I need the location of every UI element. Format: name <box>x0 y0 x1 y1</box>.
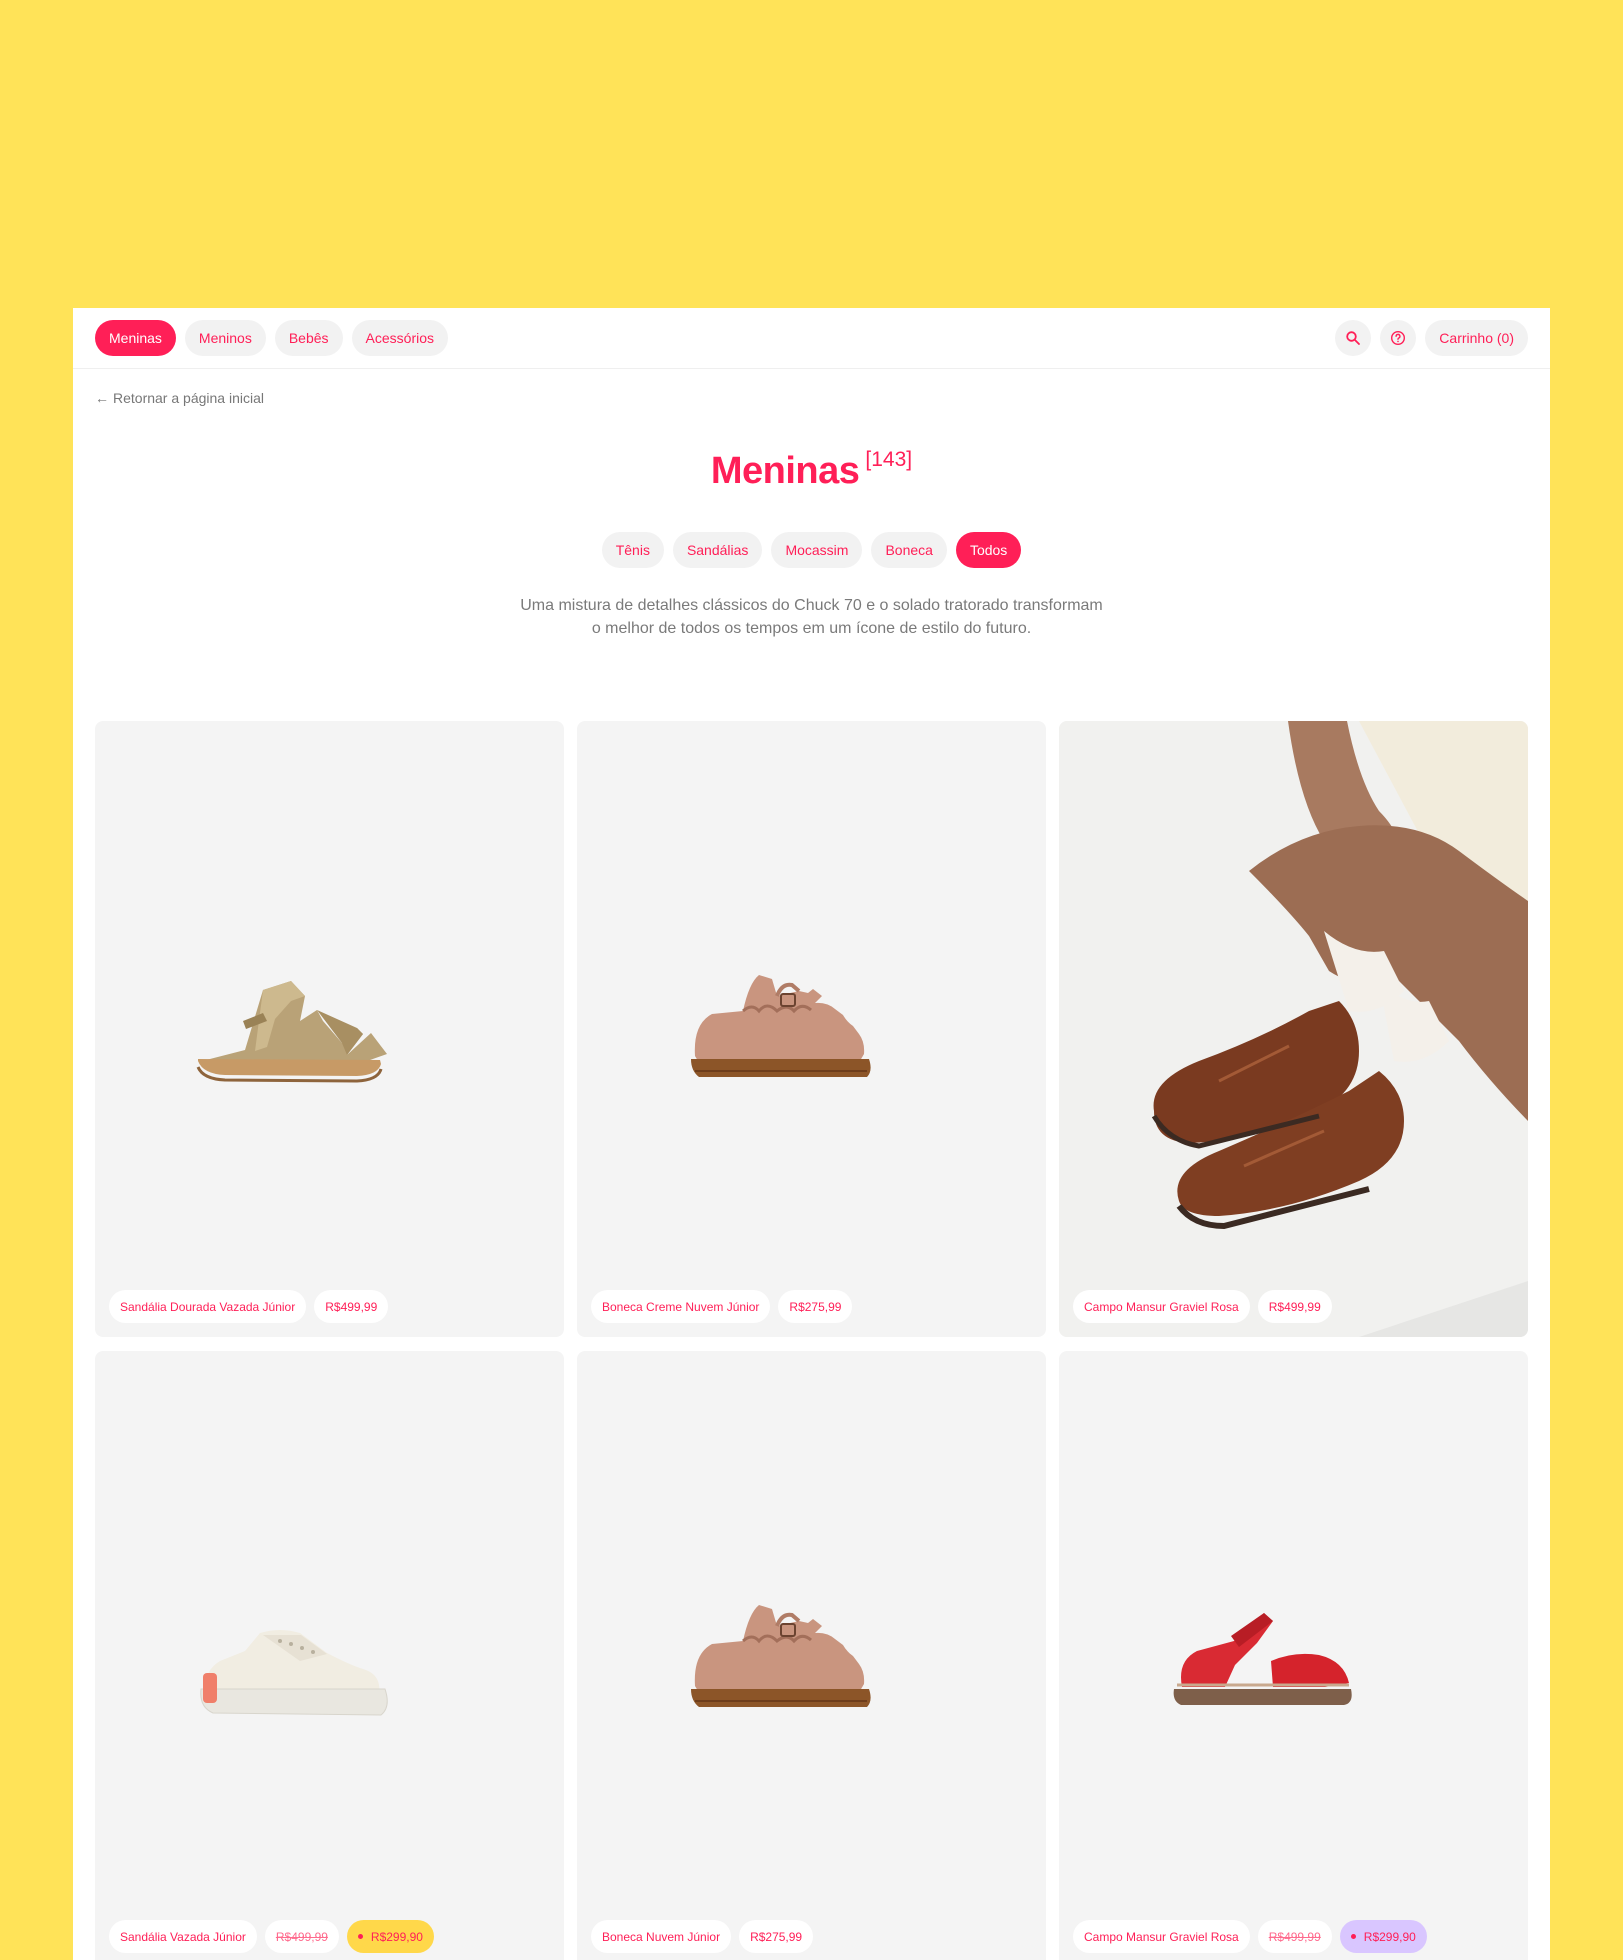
help-icon <box>1391 330 1406 346</box>
utility-nav: Carrinho (0) <box>1335 320 1528 356</box>
product-tags: Boneca Nuvem Júnior R$275,99 <box>591 1920 814 1953</box>
product-card[interactable]: Campo Mansur Graviel Rosa R$499,99 R$299… <box>1059 1351 1528 1960</box>
product-name: Campo Mansur Graviel Rosa <box>1073 1290 1250 1323</box>
sale-dot-icon <box>1350 1934 1356 1939</box>
product-tags: Boneca Creme Nuvem Júnior R$275,99 <box>591 1290 853 1323</box>
subcategory-filters: Tênis Sandálias Mocassim Boneca Todos <box>73 532 1550 568</box>
product-name: Sandália Vazada Júnior <box>109 1920 257 1953</box>
product-image-gold-sandal <box>196 981 387 1083</box>
product-card[interactable]: Sandália Dourada Vazada Júnior R$499,99 <box>95 721 564 1337</box>
product-image-brown-loafers <box>1059 721 1528 1337</box>
product-name: Campo Mansur Graviel Rosa <box>1073 1920 1250 1953</box>
product-card[interactable]: Campo Mansur Graviel Rosa R$499,99 <box>1059 721 1528 1337</box>
product-old-price: R$499,99 <box>264 1920 339 1953</box>
product-card[interactable]: Sandália Vazada Júnior R$499,99 R$299,90 <box>95 1351 564 1960</box>
sale-price-text: R$299,90 <box>1363 1929 1416 1944</box>
product-price: R$275,99 <box>778 1290 853 1323</box>
sale-dot-icon <box>357 1934 363 1939</box>
product-image-red-sandal <box>1173 1613 1352 1705</box>
product-sale-price: R$299,90 <box>1339 1920 1427 1953</box>
product-price: R$275,99 <box>739 1920 814 1953</box>
nav-meninos[interactable]: Meninos <box>184 320 266 356</box>
filter-todos[interactable]: Todos <box>955 532 1022 568</box>
filter-tenis[interactable]: Tênis <box>601 532 664 568</box>
description-line: o melhor de todos os tempos em um ícone … <box>591 620 1032 637</box>
nav-bebes[interactable]: Bebês <box>274 320 343 356</box>
product-image-pink-mary-jane <box>691 1605 871 1707</box>
description-line: Uma mistura de detalhes clássicos do Chu… <box>520 597 1103 614</box>
arrow-left-icon: ← <box>95 390 109 406</box>
sale-price-text: R$299,90 <box>370 1929 423 1944</box>
filter-mocassim[interactable]: Mocassim <box>771 532 863 568</box>
product-tags: Sandália Dourada Vazada Júnior R$499,99 <box>109 1290 389 1323</box>
category-description: Uma mistura de detalhes clássicos do Chu… <box>73 594 1550 640</box>
back-link[interactable]: ← Retornar a página inicial <box>95 390 264 406</box>
product-image-pink-mary-jane <box>691 975 871 1077</box>
product-name: Boneca Nuvem Júnior <box>591 1920 732 1953</box>
product-count: [143] <box>865 448 913 471</box>
page-heading: Meninas [143] <box>73 448 1550 493</box>
product-card[interactable]: Boneca Nuvem Júnior R$275,99 <box>577 1351 1046 1960</box>
product-price: R$499,99 <box>1257 1290 1332 1323</box>
product-price: R$499,99 <box>314 1290 389 1323</box>
nav-acessorios[interactable]: Acessórios <box>351 320 449 356</box>
product-name: Sandália Dourada Vazada Júnior <box>109 1290 307 1323</box>
product-tags: Campo Mansur Graviel Rosa R$499,99 R$299… <box>1073 1920 1427 1953</box>
product-old-price: R$499,99 <box>1257 1920 1332 1953</box>
top-nav: Meninas Meninos Bebês Acessórios Carrinh… <box>73 308 1550 369</box>
help-button[interactable] <box>1380 320 1417 356</box>
product-tags: Sandália Vazada Júnior R$499,99 R$299,90 <box>109 1920 434 1953</box>
product-grid: Sandália Dourada Vazada Júnior R$499,99 … <box>95 721 1528 1960</box>
product-name: Boneca Creme Nuvem Júnior <box>591 1290 771 1323</box>
page-panel: Meninas Meninos Bebês Acessórios Carrinh… <box>73 308 1550 1960</box>
category-nav: Meninas Meninos Bebês Acessórios <box>95 320 449 356</box>
search-icon <box>1346 331 1361 345</box>
back-link-label: Retornar a página inicial <box>113 390 264 406</box>
cart-button[interactable]: Carrinho (0) <box>1425 320 1528 356</box>
filter-sandalias[interactable]: Sandálias <box>672 532 763 568</box>
product-sale-price: R$299,90 <box>346 1920 434 1953</box>
page-title: Meninas <box>710 450 860 492</box>
nav-meninas[interactable]: Meninas <box>95 320 176 356</box>
product-tags: Campo Mansur Graviel Rosa R$499,99 <box>1073 1290 1332 1323</box>
product-image-white-sneaker <box>200 1630 388 1716</box>
search-button[interactable] <box>1335 320 1372 356</box>
product-card[interactable]: Boneca Creme Nuvem Júnior R$275,99 <box>577 721 1046 1337</box>
filter-boneca[interactable]: Boneca <box>871 532 947 568</box>
